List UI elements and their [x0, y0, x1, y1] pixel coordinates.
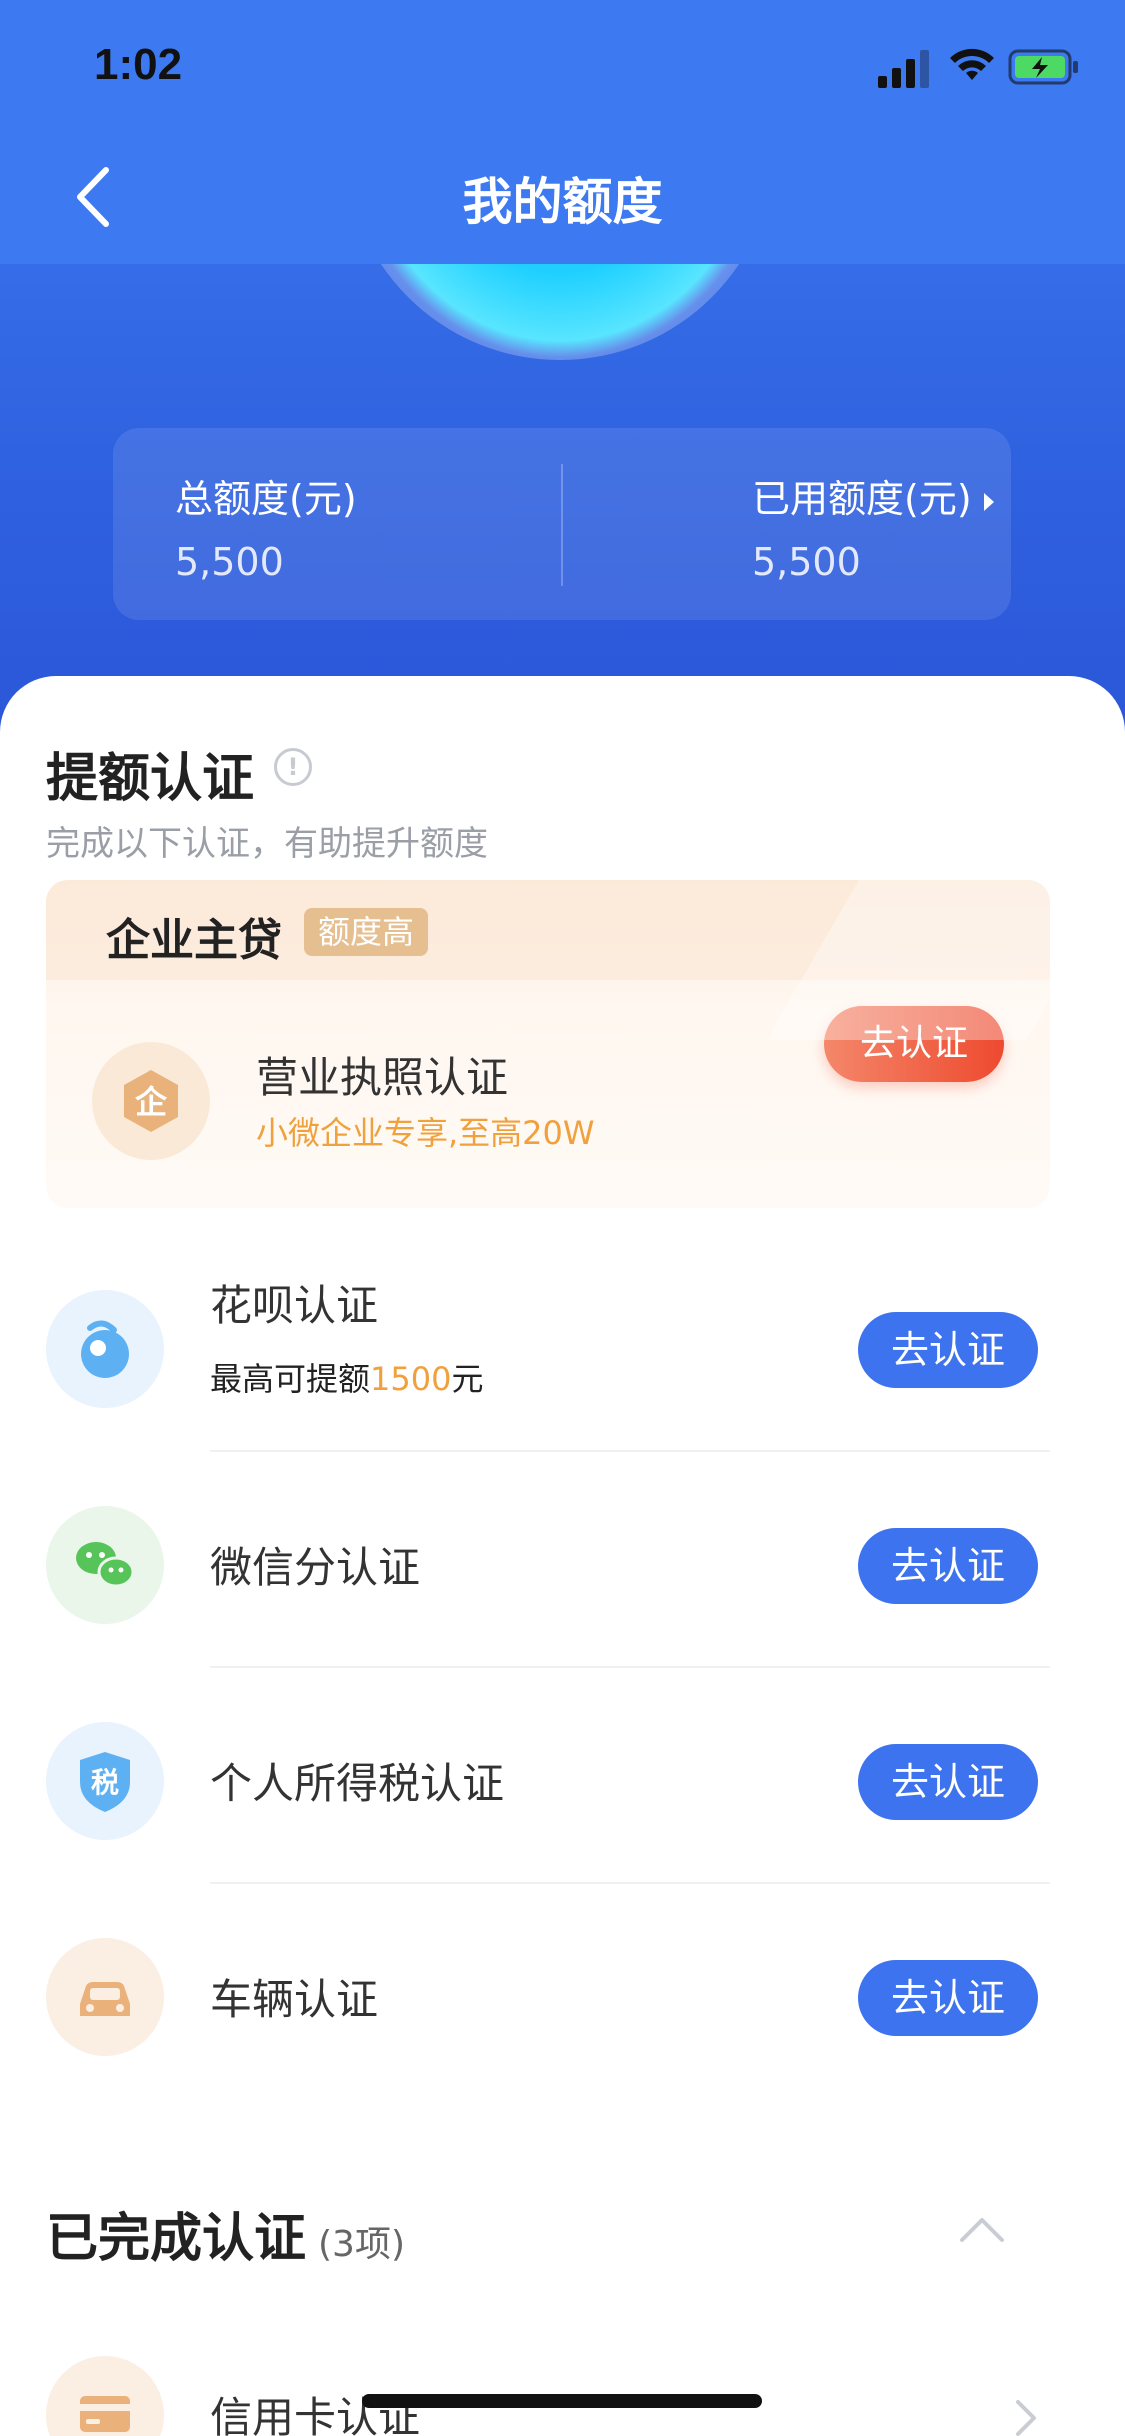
business-license-desc: 小微企业专享,至高20W — [256, 1114, 595, 1152]
list-item-huabei: 花呗认证 最高可提额1500元 去认证 — [0, 1236, 1125, 1452]
signal-icon — [878, 50, 929, 88]
vehicle-verify-button[interactable]: 去认证 — [858, 1960, 1038, 2036]
svg-text:税: 税 — [91, 1766, 119, 1799]
wifi-icon — [950, 48, 994, 80]
completed-count: (3项) — [318, 2224, 406, 2265]
used-quota-label[interactable]: 已用额度(元) — [752, 468, 994, 523]
wechat-icon — [46, 1506, 164, 1624]
credit-card-icon — [46, 2356, 164, 2436]
status-bar: 1:02 — [0, 0, 1125, 132]
completed-section-title: 已完成认证 (3项) — [46, 2209, 406, 2269]
huabei-sub: 最高可提额1500元 — [210, 1360, 484, 1398]
svg-text:企: 企 — [135, 1083, 168, 1121]
total-quota: 总额度(元) 5,500 — [113, 428, 562, 620]
wechat-verify-button[interactable]: 去认证 — [858, 1528, 1038, 1604]
top-bar: 1:02 我的额度 — [0, 0, 1125, 264]
high-quota-badge: 额度高 — [304, 908, 429, 956]
tax-shield-icon: 税 — [46, 1722, 164, 1840]
huabei-icon — [46, 1290, 164, 1408]
tax-verify-button[interactable]: 去认证 — [858, 1744, 1038, 1820]
caret-right-icon — [983, 492, 994, 511]
boost-section-subtitle: 完成以下认证，有助提升额度 — [46, 824, 488, 864]
vehicle-name: 车辆认证 — [210, 1975, 379, 2024]
boost-section-title: 提额认证 — [46, 749, 255, 809]
info-icon[interactable]: ! — [274, 748, 312, 786]
enterprise-icon: 企 — [92, 1042, 210, 1160]
list-item-tax: 税 个人所得税认证 去认证 — [0, 1668, 1125, 1884]
page-title: 我的额度 — [462, 173, 663, 231]
quota-stats-card: 总额度(元) 5,500 已用额度(元) 5,500 — [113, 428, 1011, 620]
chevron-right-icon — [1016, 2400, 1036, 2436]
huabei-name: 花呗认证 — [210, 1281, 379, 1330]
status-time: 1:02 — [94, 40, 183, 89]
car-icon — [46, 1938, 164, 2056]
home-indicator[interactable] — [362, 2394, 762, 2408]
used-quota[interactable]: 已用额度(元) 5,500 — [562, 428, 1011, 620]
total-quota-value: 5,500 — [175, 540, 284, 584]
huabei-verify-button[interactable]: 去认证 — [858, 1312, 1038, 1388]
business-verify-button[interactable]: 去认证 — [824, 1006, 1004, 1082]
tax-name: 个人所得税认证 — [210, 1759, 505, 1808]
business-license-name: 营业执照认证 — [256, 1053, 509, 1102]
list-item-wechat: 微信分认证 去认证 — [0, 1452, 1125, 1668]
credit-card-name: 信用卡认证 — [210, 2393, 421, 2436]
business-loan-card: 企业主贷 额度高 企 营业执照认证 小微企业专享,至高20W 去认证 — [46, 880, 1050, 1208]
battery-icon — [1008, 49, 1078, 85]
total-quota-label: 总额度(元) — [175, 477, 357, 521]
chevron-up-icon[interactable] — [958, 2214, 1006, 2244]
list-item-vehicle: 车辆认证 去认证 — [0, 1884, 1125, 2100]
business-card-title: 企业主贷 — [106, 915, 282, 966]
content-sheet: 提额认证 ! 完成以下认证，有助提升额度 企业主贷 额度高 企 营业执照认证 小… — [0, 676, 1125, 2436]
nav-bar: 我的额度 — [0, 132, 1125, 264]
wechat-name: 微信分认证 — [210, 1543, 421, 1592]
used-quota-value: 5,500 — [752, 540, 861, 584]
